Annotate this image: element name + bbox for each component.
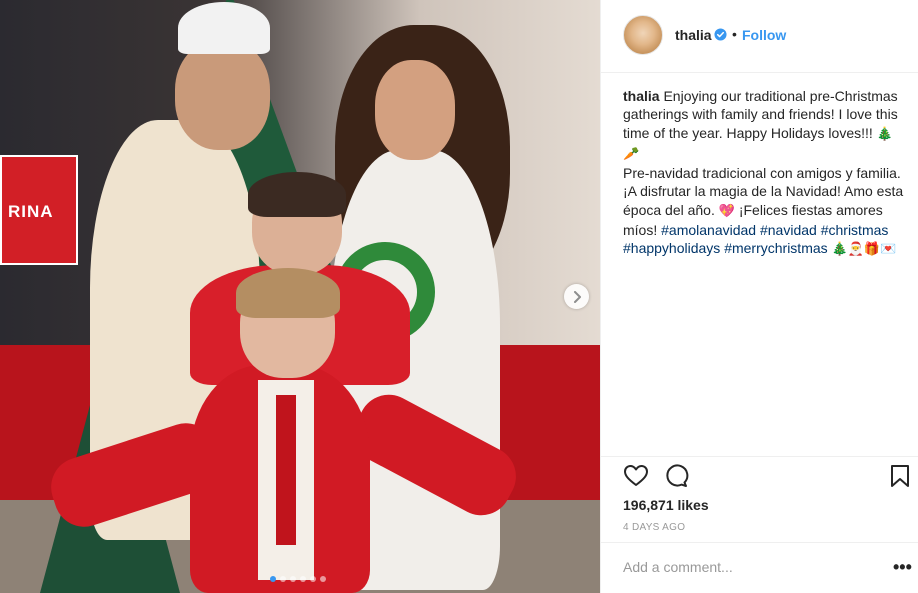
follow-button[interactable]: Follow [742,27,786,43]
photo-sign-text: RINA [8,202,54,221]
bookmark-icon[interactable] [887,463,913,489]
post-photo[interactable]: RINA [0,0,600,593]
post-actions [601,456,918,496]
caption-username[interactable]: thalia [623,88,660,104]
carousel-dot [310,576,316,582]
photo-boy-tie [276,395,296,545]
post-header: thalia • Follow [601,0,918,73]
hashtag-link[interactable]: #navidad [760,222,817,238]
carousel-dot [300,576,306,582]
heart-icon[interactable] [623,463,649,489]
hashtag-link[interactable]: #amolanavidad [661,222,756,238]
carousel-dot [280,576,286,582]
carousel-indicator [270,576,326,582]
photo-man-cap [178,2,270,54]
photo-man-head [175,40,270,150]
comment-input[interactable] [623,559,863,575]
caption-emoji: 🎄🎅🎁💌 [831,242,897,258]
carousel-dot [270,576,276,582]
chevron-right-icon [573,290,581,303]
carousel-next-button[interactable] [564,284,589,309]
post-author-username[interactable]: thalia [675,27,712,43]
carousel-dot [320,576,326,582]
post-side-panel: thalia • Follow thalia Enjoying our trad… [600,0,918,593]
comment-icon[interactable] [663,463,689,489]
caption-text-english: Enjoying our traditional pre-Christmas g… [623,88,898,141]
post-caption: thalia Enjoying our traditional pre-Chri… [623,87,905,260]
more-options-icon[interactable]: ••• [893,557,912,578]
comment-bar: ••• [601,542,918,593]
likes-count[interactable]: 196,871 likes [623,497,709,513]
photo-girl-hair [248,172,346,217]
photo-sign: RINA [0,155,78,265]
header-separator: • [732,26,737,42]
avatar[interactable] [623,15,663,55]
post-timestamp[interactable]: 4 DAYS AGO [623,522,685,533]
carousel-dot [290,576,296,582]
hashtag-link[interactable]: #happyholidays [623,240,720,256]
hashtag-link[interactable]: #merrychristmas [724,240,827,256]
photo-woman-face [375,60,455,160]
caption-emoji: 💖 [718,203,735,219]
verified-badge-icon [714,28,727,41]
photo-boy-hair [236,268,340,318]
hashtag-link[interactable]: #christmas [821,222,889,238]
